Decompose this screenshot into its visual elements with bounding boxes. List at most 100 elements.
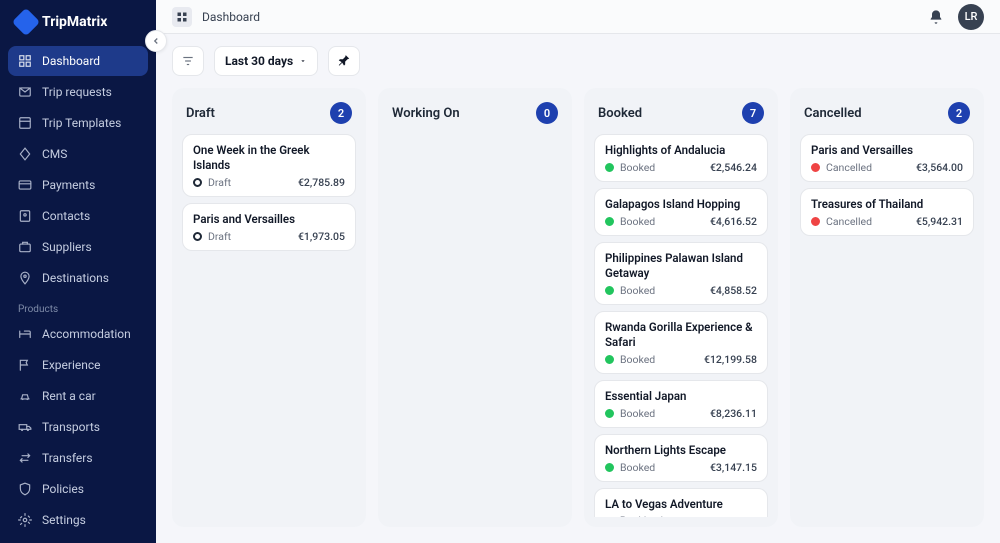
card-price: €2,546.24 xyxy=(710,161,757,174)
status-dot-icon xyxy=(605,217,614,226)
trip-card[interactable]: LA to Vegas Adventure Booking in progres… xyxy=(594,488,768,518)
dashboard-icon xyxy=(172,7,192,27)
status-label: Booked xyxy=(620,461,655,474)
inbox-icon xyxy=(18,85,32,99)
card-icon xyxy=(18,178,32,192)
sidebar-item-trip-requests[interactable]: Trip requests xyxy=(8,77,148,107)
sidebar-item-cms[interactable]: CMS xyxy=(8,139,148,169)
card-title: LA to Vegas Adventure xyxy=(605,497,757,512)
sidebar-item-policies[interactable]: Policies xyxy=(8,474,148,504)
main-region: Dashboard LR Last 30 days Draft 2One Wee… xyxy=(156,0,1000,543)
sidebar-item-accommodation[interactable]: Accommodation xyxy=(8,319,148,349)
column-title: Cancelled xyxy=(804,106,862,121)
column-body: Highlights of Andalucia Booked €2,546.24… xyxy=(594,134,768,517)
trip-card[interactable]: Rwanda Gorilla Experience & Safari Booke… xyxy=(594,311,768,374)
trip-card[interactable]: Treasures of Thailand Cancelled €5,942.3… xyxy=(800,188,974,236)
contacts-icon xyxy=(18,209,32,223)
date-range-label: Last 30 days xyxy=(225,54,293,68)
date-range-button[interactable]: Last 30 days xyxy=(214,46,318,76)
column-count: 0 xyxy=(536,102,558,124)
brand-logo[interactable]: TripMatrix xyxy=(8,12,148,46)
filter-button[interactable] xyxy=(172,46,204,76)
trip-card[interactable]: Paris and Versailles Draft €1,973.05 xyxy=(182,203,356,251)
sidebar-item-contacts[interactable]: Contacts xyxy=(8,201,148,231)
sidebar-item-suppliers[interactable]: Suppliers xyxy=(8,232,148,262)
trip-card[interactable]: Highlights of Andalucia Booked €2,546.24 xyxy=(594,134,768,182)
status-dot-icon xyxy=(811,217,820,226)
status-dot-icon xyxy=(605,163,614,172)
column-booked: Booked 7Highlights of Andalucia Booked €… xyxy=(584,88,778,527)
column-title: Working On xyxy=(392,106,460,121)
status-label: Booking in progress xyxy=(620,514,710,517)
sidebar-item-label: Transfers xyxy=(42,451,93,465)
card-title: Rwanda Gorilla Experience & Safari xyxy=(605,320,757,350)
card-meta: Booked €12,199.58 xyxy=(605,353,757,366)
card-meta: Booked €3,147.15 xyxy=(605,461,757,474)
column-header: Booked 7 xyxy=(594,98,768,134)
sidebar-item-settings[interactable]: Settings xyxy=(8,505,148,535)
column-title: Booked xyxy=(598,106,642,121)
transfer-icon xyxy=(18,451,32,465)
sidebar-item-destinations[interactable]: Destinations xyxy=(8,263,148,293)
sidebar-item-dashboard[interactable]: Dashboard xyxy=(8,46,148,76)
toolbar: Last 30 days xyxy=(156,34,1000,88)
pin-icon xyxy=(337,54,351,68)
card-price: €1,973.05 xyxy=(298,230,345,243)
card-title: Paris and Versailles xyxy=(811,143,963,158)
status-dot-icon xyxy=(605,286,614,295)
card-meta: Cancelled €3,564.00 xyxy=(811,161,963,174)
card-title: One Week in the Greek Islands xyxy=(193,143,345,173)
status-label: Booked xyxy=(620,215,655,228)
column-header: Draft 2 xyxy=(182,98,356,134)
trip-card[interactable]: Paris and Versailles Cancelled €3,564.00 xyxy=(800,134,974,182)
sidebar-item-trip-templates[interactable]: Trip Templates xyxy=(8,108,148,138)
card-status: Draft xyxy=(193,230,231,243)
status-dot-icon xyxy=(605,463,614,472)
page-title: Dashboard xyxy=(202,10,260,24)
card-status: Booked xyxy=(605,353,655,366)
trip-card[interactable]: One Week in the Greek Islands Draft €2,7… xyxy=(182,134,356,197)
sidebar-item-label: Transports xyxy=(42,420,100,434)
sidebar-item-experience[interactable]: Experience xyxy=(8,350,148,380)
pin-button[interactable] xyxy=(328,46,360,76)
sidebar-item-label: Experience xyxy=(42,358,101,372)
card-price: €5,942.31 xyxy=(916,215,963,228)
collapse-sidebar-button[interactable] xyxy=(145,30,167,52)
status-label: Draft xyxy=(208,230,231,243)
sidebar-item-transports[interactable]: Transports xyxy=(8,412,148,442)
card-meta: Booking in progress €6,380.00 xyxy=(605,514,757,517)
status-label: Booked xyxy=(620,161,655,174)
card-price: €8,236.11 xyxy=(710,407,757,420)
diamond-icon xyxy=(18,147,32,161)
sidebar-item-rent-a-car[interactable]: Rent a car xyxy=(8,381,148,411)
status-dot-icon xyxy=(605,409,614,418)
notifications-button[interactable] xyxy=(928,9,944,25)
sidebar-item-label: Rent a car xyxy=(42,389,96,403)
products-label: Products xyxy=(8,294,148,319)
sidebar-item-label: Trip requests xyxy=(42,85,112,99)
trip-card[interactable]: Philippines Palawan Island Getaway Booke… xyxy=(594,242,768,305)
avatar-initials: LR xyxy=(965,10,978,23)
avatar[interactable]: LR xyxy=(958,4,984,30)
column-cancelled: Cancelled 2Paris and Versailles Cancelle… xyxy=(790,88,984,527)
sidebar-item-payments[interactable]: Payments xyxy=(8,170,148,200)
trip-card[interactable]: Galapagos Island Hopping Booked €4,616.5… xyxy=(594,188,768,236)
column-body: Paris and Versailles Cancelled €3,564.00… xyxy=(800,134,974,236)
truck-icon xyxy=(18,420,32,434)
kanban-board: Draft 2One Week in the Greek Islands Dra… xyxy=(156,88,1000,543)
sidebar-item-label: Contacts xyxy=(42,209,90,223)
flag-icon xyxy=(18,358,32,372)
bed-icon xyxy=(18,327,32,341)
sidebar-item-transfers[interactable]: Transfers xyxy=(8,443,148,473)
sidebar-item-label: Suppliers xyxy=(42,240,92,254)
status-label: Draft xyxy=(208,176,231,189)
trip-card[interactable]: Essential Japan Booked €8,236.11 xyxy=(594,380,768,428)
suppliers-icon xyxy=(18,240,32,254)
card-status: Booked xyxy=(605,284,655,297)
card-status: Cancelled xyxy=(811,161,872,174)
card-price: €4,858.52 xyxy=(710,284,757,297)
trip-card[interactable]: Northern Lights Escape Booked €3,147.15 xyxy=(594,434,768,482)
card-status: Booked xyxy=(605,461,655,474)
status-label: Booked xyxy=(620,407,655,420)
column-count: 2 xyxy=(330,102,352,124)
